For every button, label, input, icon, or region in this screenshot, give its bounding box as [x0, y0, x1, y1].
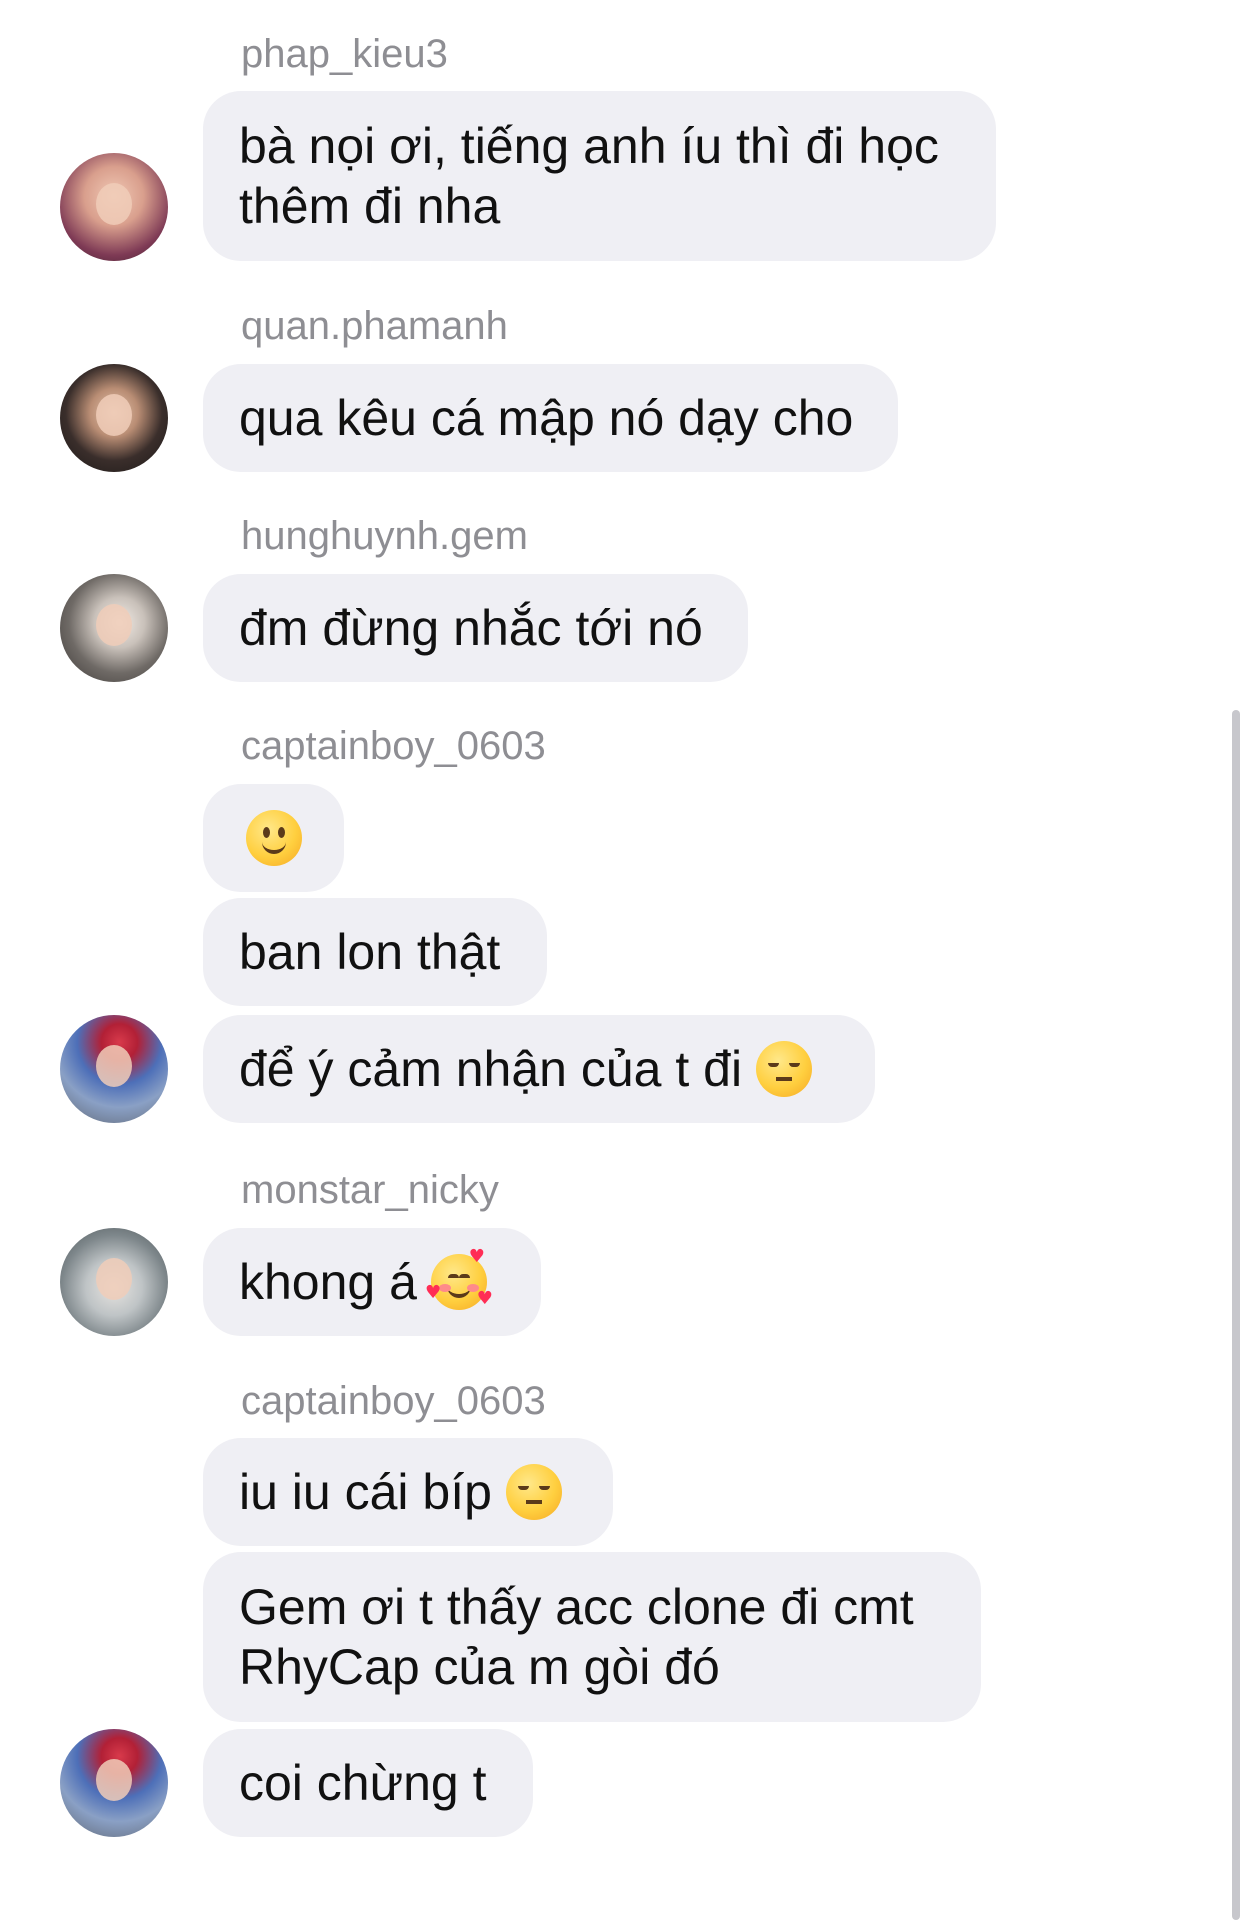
message-bubble[interactable]: khong á ♥ ♥ ♥: [203, 1228, 541, 1336]
avatar-quan-phamanh[interactable]: [60, 364, 168, 472]
pensive-face-emoji: [756, 1041, 813, 1097]
message-text: khong á: [239, 1254, 417, 1310]
message-text: để ý cảm nhận của t đi: [239, 1041, 743, 1097]
avatar-captainboy-0603[interactable]: [60, 1729, 168, 1837]
message-text: Gem ơi t thấy acc clone đi cmt RhyCap củ…: [239, 1579, 914, 1695]
message-bubble[interactable]: qua kêu cá mập nó dạy cho: [203, 364, 898, 472]
message-bubble[interactable]: để ý cảm nhận của t đi: [203, 1015, 875, 1123]
message-bubble[interactable]: coi chừng t: [203, 1729, 533, 1837]
sender-name: captainboy_0603: [241, 724, 546, 768]
slightly-smiling-face-emoji: [245, 810, 302, 866]
avatar-face-shape: [96, 394, 132, 436]
message-text: ban lon thật: [239, 924, 501, 980]
sender-name: quan.phamanh: [241, 304, 508, 348]
message-bubble[interactable]: bà nọi ơi, tiếng anh íu thì đi học thêm …: [203, 91, 996, 261]
message-text: đm đừng nhắc tới nó: [239, 600, 703, 656]
avatar-monstar-nicky[interactable]: [60, 1228, 168, 1336]
avatar-face-shape: [96, 1759, 132, 1801]
message-bubble[interactable]: đm đừng nhắc tới nó: [203, 574, 748, 682]
avatar-hunghuynh-gem[interactable]: [60, 574, 168, 682]
message-bubble[interactable]: [203, 784, 344, 892]
avatar-face-shape: [96, 1045, 132, 1087]
sender-name: captainboy_0603: [241, 1379, 546, 1423]
pensive-face-emoji: [505, 1464, 562, 1520]
message-bubble[interactable]: Gem ơi t thấy acc clone đi cmt RhyCap củ…: [203, 1552, 981, 1722]
chat-thread[interactable]: phap_kieu3 bà nọi ơi, tiếng anh íu thì đ…: [0, 0, 1242, 1920]
avatar-face-shape: [96, 1258, 132, 1300]
avatar-captainboy-0603[interactable]: [60, 1015, 168, 1123]
message-text: iu iu cái bíp: [239, 1464, 492, 1520]
sender-name: monstar_nicky: [241, 1168, 499, 1212]
message-bubble[interactable]: ban lon thật: [203, 898, 547, 1006]
message-text: coi chừng t: [239, 1755, 487, 1811]
message-text: bà nọi ơi, tiếng anh íu thì đi học thêm …: [239, 118, 939, 234]
avatar-phap-kieu3[interactable]: [60, 153, 168, 261]
avatar-face-shape: [96, 604, 132, 646]
avatar-face-shape: [96, 183, 132, 225]
scrollbar[interactable]: [1232, 710, 1240, 1920]
smiling-face-with-hearts-emoji: ♥ ♥ ♥: [424, 1246, 493, 1310]
sender-name: hunghuynh.gem: [241, 514, 528, 558]
message-bubble[interactable]: iu iu cái bíp: [203, 1438, 613, 1546]
sender-name: phap_kieu3: [241, 32, 448, 76]
message-text: qua kêu cá mập nó dạy cho: [239, 390, 854, 446]
